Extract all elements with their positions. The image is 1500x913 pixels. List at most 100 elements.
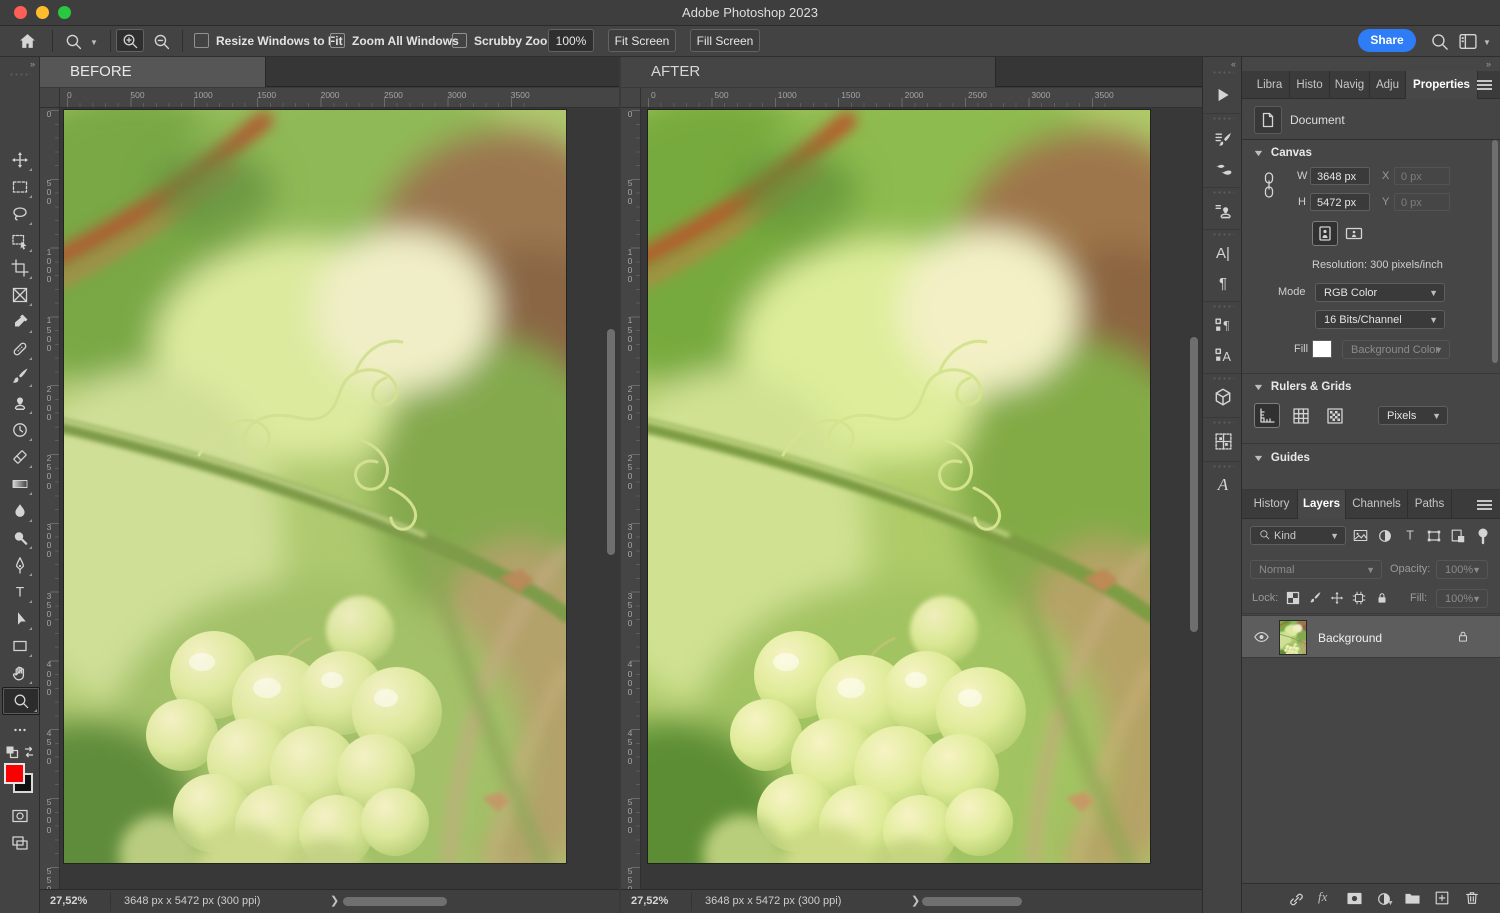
canvas-x-field[interactable]: 0 px: [1394, 167, 1450, 185]
vertical-scrollbar[interactable]: [606, 108, 616, 889]
document-tab-before[interactable]: BEFORE: [40, 57, 266, 87]
gradient-tool[interactable]: [6, 471, 34, 497]
layer-lock-icon[interactable]: [1456, 629, 1470, 644]
brush-tool[interactable]: [6, 363, 34, 389]
panel-menu-icon[interactable]: [1477, 80, 1492, 90]
blend-mode-select[interactable]: Normal▼: [1250, 560, 1382, 579]
history-brush-tool[interactable]: [6, 417, 34, 443]
panel-grip[interactable]: [1212, 465, 1234, 468]
default-colors-icon[interactable]: [5, 745, 19, 759]
lock-pixels-icon[interactable]: [1308, 591, 1322, 605]
filter-smart-objects-icon[interactable]: [1450, 528, 1466, 544]
panel-grip[interactable]: [1212, 377, 1234, 380]
lock-all-icon[interactable]: [1375, 591, 1389, 605]
glyphs-panel-icon[interactable]: A: [1211, 473, 1235, 497]
character-styles-panel-icon[interactable]: A: [1211, 343, 1235, 367]
panel-grip[interactable]: [9, 73, 31, 76]
panel-grip[interactable]: [1212, 71, 1234, 74]
horizontal-scrollbar-thumb[interactable]: [343, 897, 447, 906]
lock-artboard-icon[interactable]: [1352, 591, 1366, 605]
actions-panel-icon[interactable]: [1211, 83, 1235, 107]
chevron-down-icon[interactable]: ▼: [1483, 38, 1491, 47]
tab-histogram[interactable]: Histo: [1290, 71, 1330, 99]
lasso-tool[interactable]: [6, 201, 34, 227]
rulers-toggle-button[interactable]: [1254, 403, 1280, 428]
crop-tool[interactable]: [6, 255, 34, 281]
clone-stamp-tool[interactable]: [6, 390, 34, 416]
checkbox-box[interactable]: [330, 33, 345, 48]
checkbox-scrubby-zoom[interactable]: Scrubby Zoom: [452, 33, 558, 48]
new-layer-icon[interactable]: [1434, 890, 1450, 906]
clone-source-panel-icon[interactable]: [1211, 199, 1235, 223]
orientation-portrait-button[interactable]: [1312, 221, 1338, 246]
tab-history[interactable]: History: [1246, 490, 1298, 519]
panel-menu-icon[interactable]: [1477, 500, 1492, 510]
type-tool[interactable]: T: [6, 579, 34, 605]
add-layer-mask-icon[interactable]: [1346, 891, 1363, 906]
new-adjustment-layer-icon[interactable]: ▼: [1376, 891, 1392, 907]
checkbox-box[interactable]: [194, 33, 209, 48]
zoom-tool[interactable]: [2, 687, 40, 715]
frame-tool[interactable]: [6, 282, 34, 308]
zoom-tool-preset-icon[interactable]: [64, 32, 83, 51]
status-chevron-icon[interactable]: ❯: [911, 894, 920, 907]
panel-grip[interactable]: [1212, 421, 1234, 424]
link-layers-icon[interactable]: [1288, 891, 1305, 908]
panel-grip[interactable]: [1212, 117, 1234, 120]
path-selection-tool[interactable]: [6, 606, 34, 632]
brush-settings-panel-icon[interactable]: [1211, 127, 1235, 151]
rectangular-marquee-tool[interactable]: [6, 174, 34, 200]
checkbox-box[interactable]: [452, 33, 467, 48]
horizontal-scrollbar-thumb[interactable]: [922, 897, 1022, 906]
zoom-level-field[interactable]: 27,52%: [631, 895, 668, 907]
layer-effects-icon[interactable]: fx: [1318, 889, 1327, 905]
opacity-select[interactable]: 100%▼: [1436, 560, 1488, 579]
hand-tool[interactable]: [6, 660, 34, 686]
lock-transparency-icon[interactable]: [1286, 591, 1300, 605]
vertical-scrollbar-thumb[interactable]: [1190, 337, 1198, 632]
fit-screen-button[interactable]: Fit Screen: [608, 29, 676, 52]
panel-grip[interactable]: [1212, 233, 1234, 236]
ruler-origin-box[interactable]: [621, 88, 641, 108]
layer-thumbnail[interactable]: [1280, 621, 1306, 654]
color-mode-select[interactable]: RGB Color▼: [1315, 283, 1445, 302]
foreground-color-swatch[interactable]: [4, 763, 25, 784]
zoom-100-button[interactable]: 100%: [548, 29, 594, 52]
pen-tool[interactable]: [6, 552, 34, 578]
new-group-icon[interactable]: [1404, 891, 1421, 906]
zoom-level-field[interactable]: 27,52%: [50, 895, 87, 907]
panel-scrollbar-thumb[interactable]: [1492, 140, 1498, 363]
character-panel-icon[interactable]: A|: [1211, 241, 1235, 265]
orientation-landscape-button[interactable]: [1341, 221, 1367, 246]
workspace-switcher-icon[interactable]: [1458, 32, 1478, 51]
tab-adjustments[interactable]: Adju: [1370, 71, 1406, 99]
layer-visibility-eye-icon[interactable]: [1252, 629, 1271, 645]
fill-type-select[interactable]: Background Color▼: [1342, 340, 1450, 359]
share-button[interactable]: Share: [1358, 29, 1416, 52]
home-icon[interactable]: [18, 32, 37, 51]
zoom-in-button[interactable]: [116, 29, 144, 52]
eraser-tool[interactable]: [6, 444, 34, 470]
tab-channels[interactable]: Channels: [1346, 490, 1408, 519]
ruler-origin-box[interactable]: [40, 88, 60, 108]
guides-section-header[interactable]: ▼Guides: [1254, 452, 1310, 464]
expand-panels-icon[interactable]: «: [1231, 59, 1235, 69]
blur-tool[interactable]: [6, 498, 34, 524]
quick-mask-mode-icon[interactable]: [6, 803, 34, 829]
object-selection-tool[interactable]: [6, 228, 34, 254]
collapse-panels-icon[interactable]: »: [1486, 59, 1490, 69]
chevron-down-icon[interactable]: ▼: [90, 38, 98, 47]
swap-colors-icon[interactable]: [22, 745, 36, 759]
tab-libraries[interactable]: Libra: [1250, 71, 1290, 99]
tab-properties[interactable]: Properties: [1406, 71, 1478, 99]
layer-name[interactable]: Background: [1318, 631, 1382, 645]
eyedropper-tool[interactable]: [6, 309, 34, 335]
filter-adjustment-layers-icon[interactable]: [1377, 528, 1393, 544]
vertical-scrollbar-thumb[interactable]: [607, 329, 615, 555]
layer-filter-toggle-icon[interactable]: [1476, 526, 1490, 546]
fill-screen-button[interactable]: Fill Screen: [690, 29, 760, 52]
document-tab-after[interactable]: AFTER: [621, 57, 996, 87]
canvas-width-field[interactable]: 3648 px: [1310, 167, 1370, 185]
panel-grip[interactable]: [1212, 305, 1234, 308]
checkbox-zoom-all-windows[interactable]: Zoom All Windows: [330, 33, 459, 48]
